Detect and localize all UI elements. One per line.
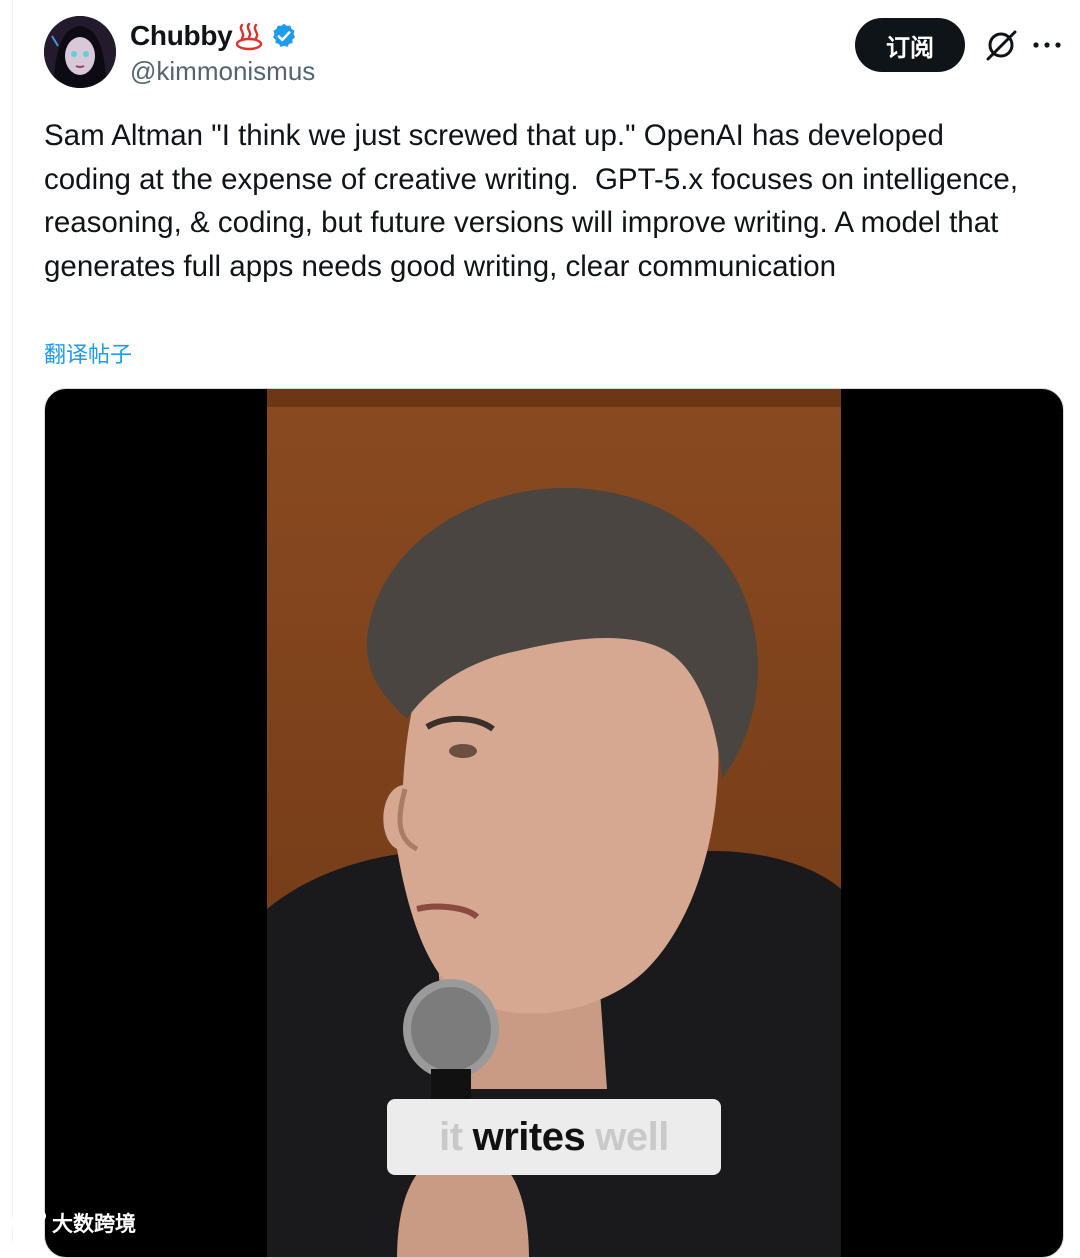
more-dots-icon[interactable]	[1030, 30, 1064, 60]
watermark-text: 大数跨境	[52, 1213, 136, 1236]
caption-suffix: well	[595, 1114, 669, 1159]
subscribe-button[interactable]: 订阅	[855, 18, 965, 72]
tweet-header: Chubby @kimmonismus 订阅	[44, 16, 1068, 92]
author-display-name[interactable]: Chubby	[130, 20, 233, 52]
translate-post-link[interactable]: 翻译帖子	[44, 337, 132, 369]
left-divider	[12, 0, 13, 1242]
avatar[interactable]	[44, 16, 116, 88]
tweet-text: Sam Altman "I think we just screwed that…	[44, 119, 1027, 283]
author-names: Chubby @kimmonismus	[130, 18, 315, 87]
hot-springs-icon	[234, 21, 264, 51]
verified-badge-icon[interactable]	[270, 22, 298, 50]
caption-main: writes	[472, 1114, 586, 1159]
video-caption: it writes well	[387, 1099, 721, 1175]
grok-icon[interactable]	[982, 26, 1020, 64]
watermark: 大数跨境	[8, 1206, 136, 1240]
caption-prefix: it	[439, 1114, 463, 1159]
watermark-logo-icon	[8, 1206, 48, 1240]
author-handle[interactable]: @kimmonismus	[130, 56, 315, 87]
video-media[interactable]: it writes well	[44, 388, 1064, 1258]
